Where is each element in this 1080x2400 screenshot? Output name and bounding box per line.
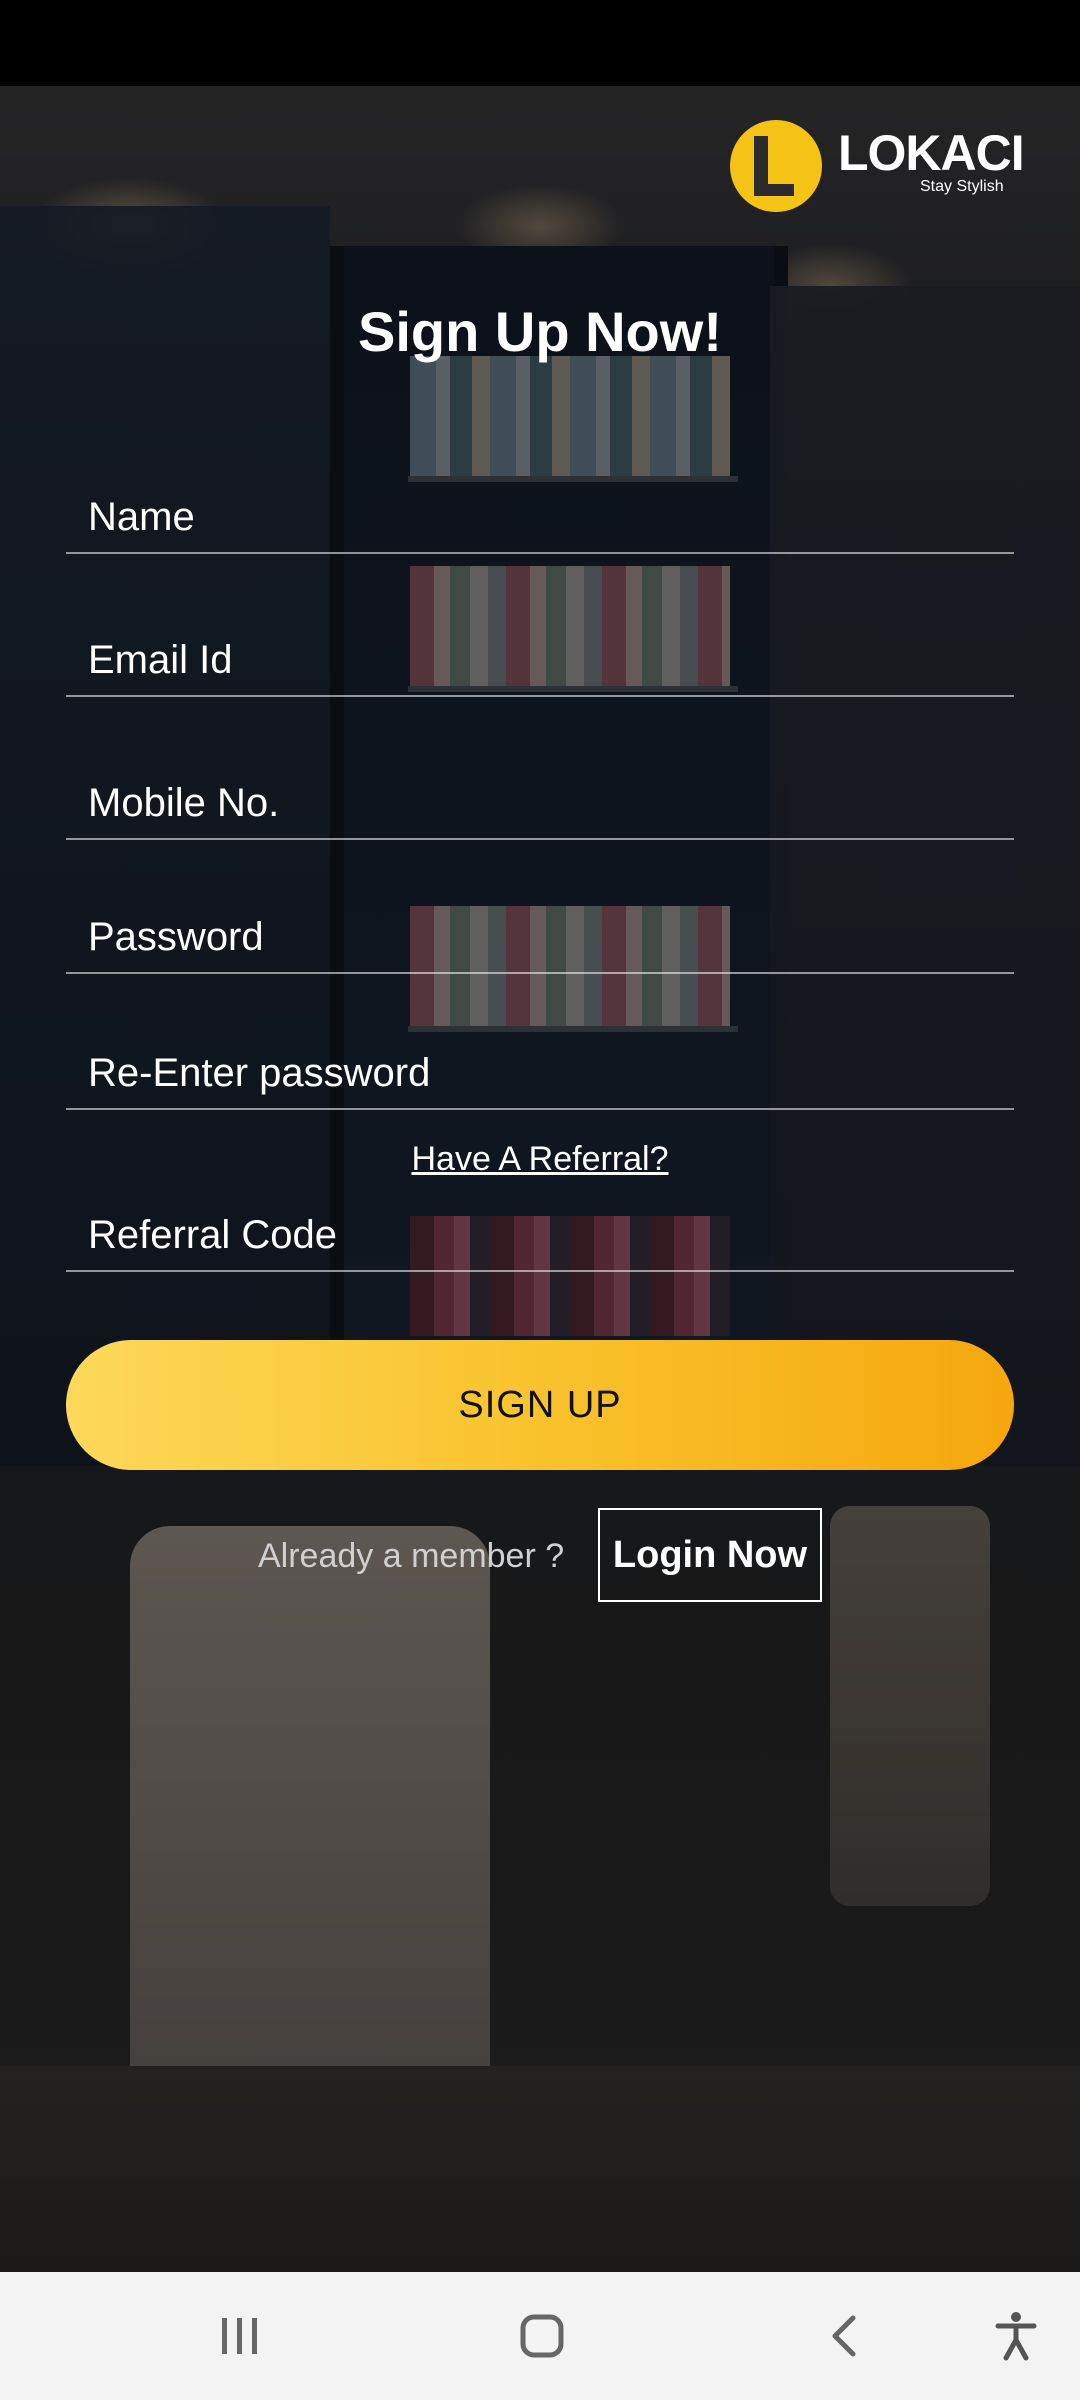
login-now-button[interactable]: Login Now — [598, 1508, 822, 1602]
brand-name: LOKACI — [838, 125, 1025, 181]
logo-mark-icon — [730, 120, 822, 212]
accessibility-icon[interactable] — [956, 2272, 1076, 2400]
mobile-field — [66, 768, 1014, 840]
password-input[interactable] — [66, 902, 1014, 972]
password-field — [66, 902, 1014, 974]
sign-up-button[interactable]: SIGN UP — [66, 1340, 1014, 1470]
email-field — [66, 625, 1014, 697]
home-icon[interactable] — [482, 2272, 602, 2400]
page-title: Sign Up Now! — [358, 300, 722, 363]
brand-logo: LOKACI Stay Stylish — [730, 118, 1025, 214]
email-input[interactable] — [66, 625, 1014, 695]
referral-code-field — [66, 1200, 1014, 1272]
brand-tagline: Stay Stylish — [920, 178, 1004, 195]
mobile-input[interactable] — [66, 768, 1014, 838]
confirm-password-field — [66, 1038, 1014, 1110]
system-nav-bar — [0, 2272, 1080, 2400]
referral-code-input[interactable] — [66, 1200, 1014, 1270]
name-field — [66, 482, 1014, 554]
have-referral-link[interactable]: Have A Referral? — [0, 1136, 1080, 1182]
name-input[interactable] — [66, 482, 1014, 552]
recents-icon[interactable] — [180, 2272, 300, 2400]
already-member-text: Already a member ? — [258, 1537, 565, 1575]
back-icon[interactable] — [784, 2272, 904, 2400]
confirm-password-input[interactable] — [66, 1038, 1014, 1108]
status-bar — [0, 0, 1080, 86]
